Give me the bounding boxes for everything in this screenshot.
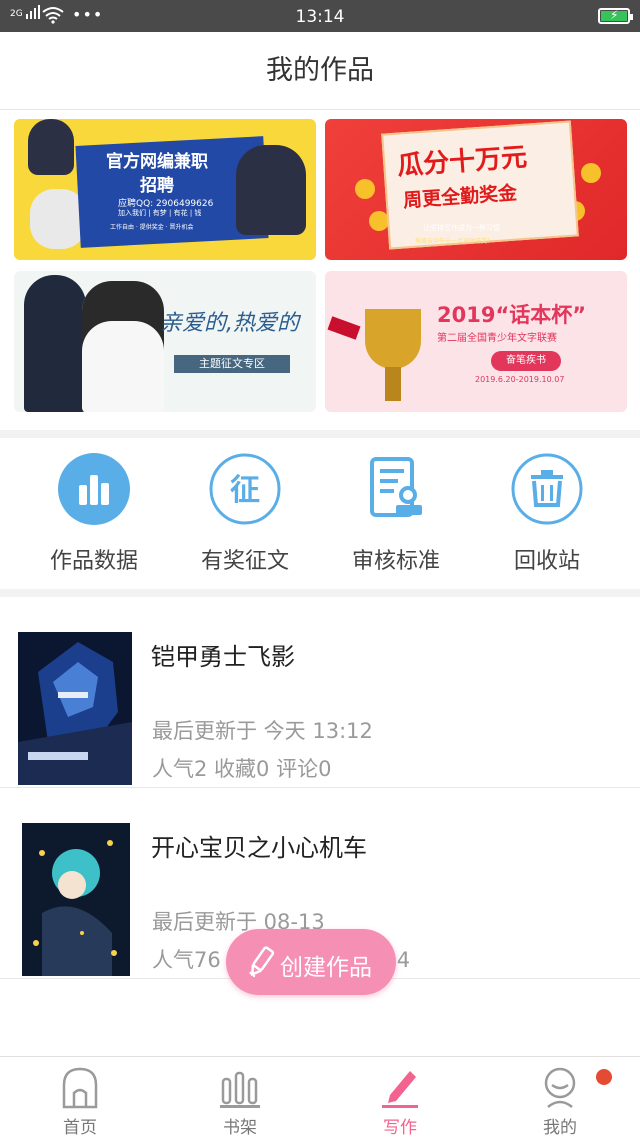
pencil-icon — [246, 945, 276, 983]
banner-text: 2019.6.20-2019.10.07 — [475, 375, 565, 384]
coin-icon — [581, 163, 601, 183]
banner-grid: 官方网编兼职 招聘 应聘QQ: 2906499626 加入我们 | 有梦 | 有… — [14, 119, 628, 413]
tab-profile[interactable]: 我的 — [480, 1057, 640, 1139]
quick-actions: 作品数据 征 有奖征文 审核标准 回收站 — [0, 439, 640, 589]
create-work-label: 创建作品 — [280, 955, 372, 981]
work-item[interactable]: 铠甲勇士飞影 最后更新于 今天 13:12 人气2 收藏0 评论0 — [0, 597, 640, 788]
banner-weekly-bonus[interactable]: 瓜分十万元 周更全勤奖金 让坚持写作成为一种习惯 每周五中午十一点准时开奖！ — [325, 119, 627, 260]
banner-theme-contest[interactable]: 亲爱的,热爱的 主题征文专区 — [14, 271, 316, 412]
contest-icon: 征 — [209, 453, 281, 525]
person-illustration — [24, 275, 86, 412]
status-time: 13:14 — [295, 7, 345, 27]
banner-pill: 奋笔疾书 — [491, 351, 561, 371]
battery-icon: ⚡ — [598, 8, 633, 24]
tab-write[interactable]: 写作 — [320, 1057, 480, 1139]
bookshelf-icon — [220, 1065, 260, 1109]
banner-text: 加入我们 | 有梦 | 有花 | 钱 — [118, 209, 202, 217]
quick-action-label: 审核标准 — [351, 549, 440, 574]
quick-action-label: 回收站 — [513, 549, 580, 574]
banner-text: 让坚持写作成为一种习惯 — [423, 224, 500, 232]
banner-text: 亲爱的,热爱的 — [160, 311, 299, 336]
works-list: 铠甲勇士飞影 最后更新于 今天 13:12 人气2 收藏0 评论0 开心宝贝之小… — [0, 597, 640, 979]
review-doc-icon — [360, 453, 432, 525]
banner-text: 每周五中午十一点准时开奖！ — [415, 238, 494, 245]
banner-text: 招聘 — [140, 176, 174, 196]
work-title: 铠甲勇士飞影 — [151, 643, 295, 671]
work-cover — [18, 632, 132, 785]
bottom-tab-bar: 首页 书架 写作 我的 — [0, 1056, 640, 1138]
tab-label: 我的 — [543, 1118, 577, 1138]
banner-huaben-cup[interactable]: 2019“话本杯” 第二届全国青少年文字联赛 奋笔疾书 2019.6.20-20… — [325, 271, 627, 412]
trash-icon — [511, 453, 583, 525]
work-cover — [22, 823, 130, 976]
home-icon — [60, 1065, 100, 1109]
tab-bookshelf[interactable]: 书架 — [160, 1057, 320, 1139]
quick-action-label: 作品数据 — [49, 549, 138, 574]
create-work-button[interactable]: 创建作品 — [226, 929, 396, 995]
work-title: 开心宝贝之小心机车 — [151, 834, 367, 862]
status-bar: 2G ••• 13:14 ⚡ — [0, 0, 640, 32]
page-title: 我的作品 — [266, 55, 374, 86]
tab-home[interactable]: 首页 — [0, 1057, 160, 1139]
banner-text: 2019“话本杯” — [437, 303, 587, 327]
coin-icon — [355, 179, 375, 199]
write-icon — [380, 1065, 420, 1109]
svg-text:征: 征 — [230, 473, 260, 508]
work-updated: 最后更新于 今天 13:12 — [152, 719, 373, 743]
banner-tag: 主题征文专区 — [174, 355, 290, 373]
bar-chart-icon — [58, 453, 130, 525]
notification-dot — [596, 1069, 612, 1085]
banner-text: 工作自由 · 提供奖金 · 晋升机会 — [110, 224, 194, 231]
page-header: 我的作品 — [0, 32, 640, 110]
trophy-icon — [365, 309, 421, 369]
profile-icon — [540, 1065, 580, 1109]
quick-action-contest[interactable]: 征 有奖征文 — [185, 453, 305, 575]
quick-action-trash[interactable]: 回收站 — [487, 453, 607, 575]
person-illustration — [82, 281, 164, 412]
quick-action-label: 有奖征文 — [200, 549, 289, 574]
work-stats-left: 人气76 — [152, 948, 221, 972]
ribbon-decoration — [327, 316, 361, 340]
section-divider — [0, 589, 640, 597]
quick-action-review[interactable]: 审核标准 — [336, 453, 456, 575]
person-illustration — [236, 145, 306, 235]
tab-label: 写作 — [383, 1118, 417, 1138]
tab-label: 首页 — [63, 1118, 97, 1138]
banner-recruit[interactable]: 官方网编兼职 招聘 应聘QQ: 2906499626 加入我们 | 有梦 | 有… — [14, 119, 316, 260]
banner-text: 第二届全国青少年文字联赛 — [437, 333, 557, 344]
banner-text: 官方网编兼职 — [106, 152, 208, 172]
quick-action-stats[interactable]: 作品数据 — [34, 453, 154, 575]
work-stats-right: 4 — [396, 948, 411, 972]
trophy-stem — [385, 367, 401, 401]
person-illustration — [28, 119, 74, 175]
section-divider — [0, 430, 640, 438]
work-stats: 人气2 收藏0 评论0 — [152, 757, 332, 781]
tab-label: 书架 — [223, 1118, 257, 1138]
